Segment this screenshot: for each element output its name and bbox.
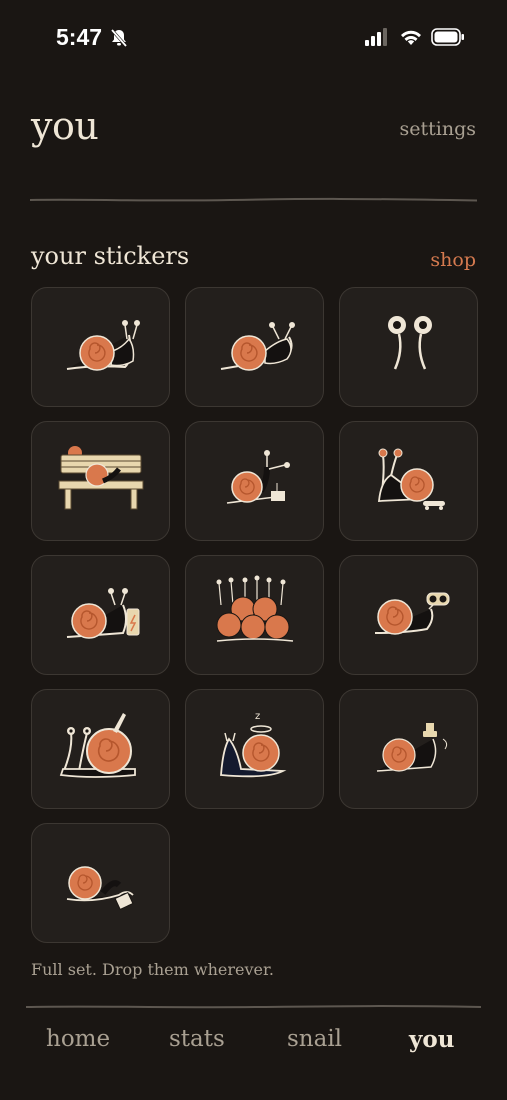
- sticker-tile[interactable]: [339, 421, 478, 541]
- snail-on-bench-sticker: [58, 446, 143, 510]
- snail-with-sign-sticker: [226, 450, 290, 504]
- sticker-tile[interactable]: [339, 287, 478, 407]
- sticker-tile[interactable]: [31, 421, 170, 541]
- sticker-tile[interactable]: [339, 689, 478, 809]
- wifi-icon: [401, 30, 421, 45]
- sticker-tile[interactable]: [185, 287, 324, 407]
- sticker-tile[interactable]: [31, 555, 170, 675]
- sticker-tile[interactable]: [339, 555, 478, 675]
- snail-crowd-sticker: [216, 575, 293, 642]
- signal-icon: [365, 28, 387, 46]
- tab-you[interactable]: you: [409, 1026, 454, 1053]
- snail-with-battery-sticker: [66, 588, 139, 639]
- status-icons: [365, 28, 465, 46]
- sticker-tile[interactable]: [185, 421, 324, 541]
- snail-sleeping-sticker: [66, 866, 134, 911]
- status-bar: 5:47: [0, 0, 507, 76]
- snail-with-knife-sticker: [59, 713, 136, 778]
- svg-text:z: z: [255, 711, 260, 722]
- page-title: you: [31, 104, 99, 148]
- bell-muted-icon: [110, 28, 128, 48]
- sticker-tile[interactable]: [31, 823, 170, 943]
- section-title: your stickers: [31, 242, 190, 270]
- battery-icon: [431, 28, 464, 46]
- tab-stats[interactable]: stats: [169, 1026, 225, 1052]
- tab-snail[interactable]: snail: [287, 1026, 342, 1052]
- snail-with-binoculars-sticker: [374, 592, 449, 635]
- sticker-tile[interactable]: [185, 555, 324, 675]
- snail-eyes-sticker: [387, 316, 432, 370]
- snail-sticker: [66, 320, 140, 371]
- tab-home[interactable]: home: [46, 1026, 110, 1052]
- footnote: Full set. Drop them wherever.: [31, 960, 274, 979]
- snail-looking-back-sticker: [220, 322, 295, 371]
- snail-on-skateboard-sticker: [377, 448, 445, 510]
- sticker-tile[interactable]: [31, 689, 170, 809]
- status-time: 5:47: [56, 24, 103, 50]
- divider: [30, 197, 477, 202]
- sticker-tile[interactable]: [31, 287, 170, 407]
- shop-link[interactable]: shop: [430, 249, 476, 271]
- snail-with-halo-sticker: z: [219, 711, 286, 778]
- snail-with-hat-sticker: [376, 723, 447, 772]
- settings-link[interactable]: settings: [400, 118, 477, 140]
- sticker-grid: z: [31, 287, 478, 943]
- divider: [26, 1005, 481, 1009]
- sticker-tile[interactable]: z: [185, 689, 324, 809]
- tab-bar: home stats snail you: [0, 1022, 507, 1062]
